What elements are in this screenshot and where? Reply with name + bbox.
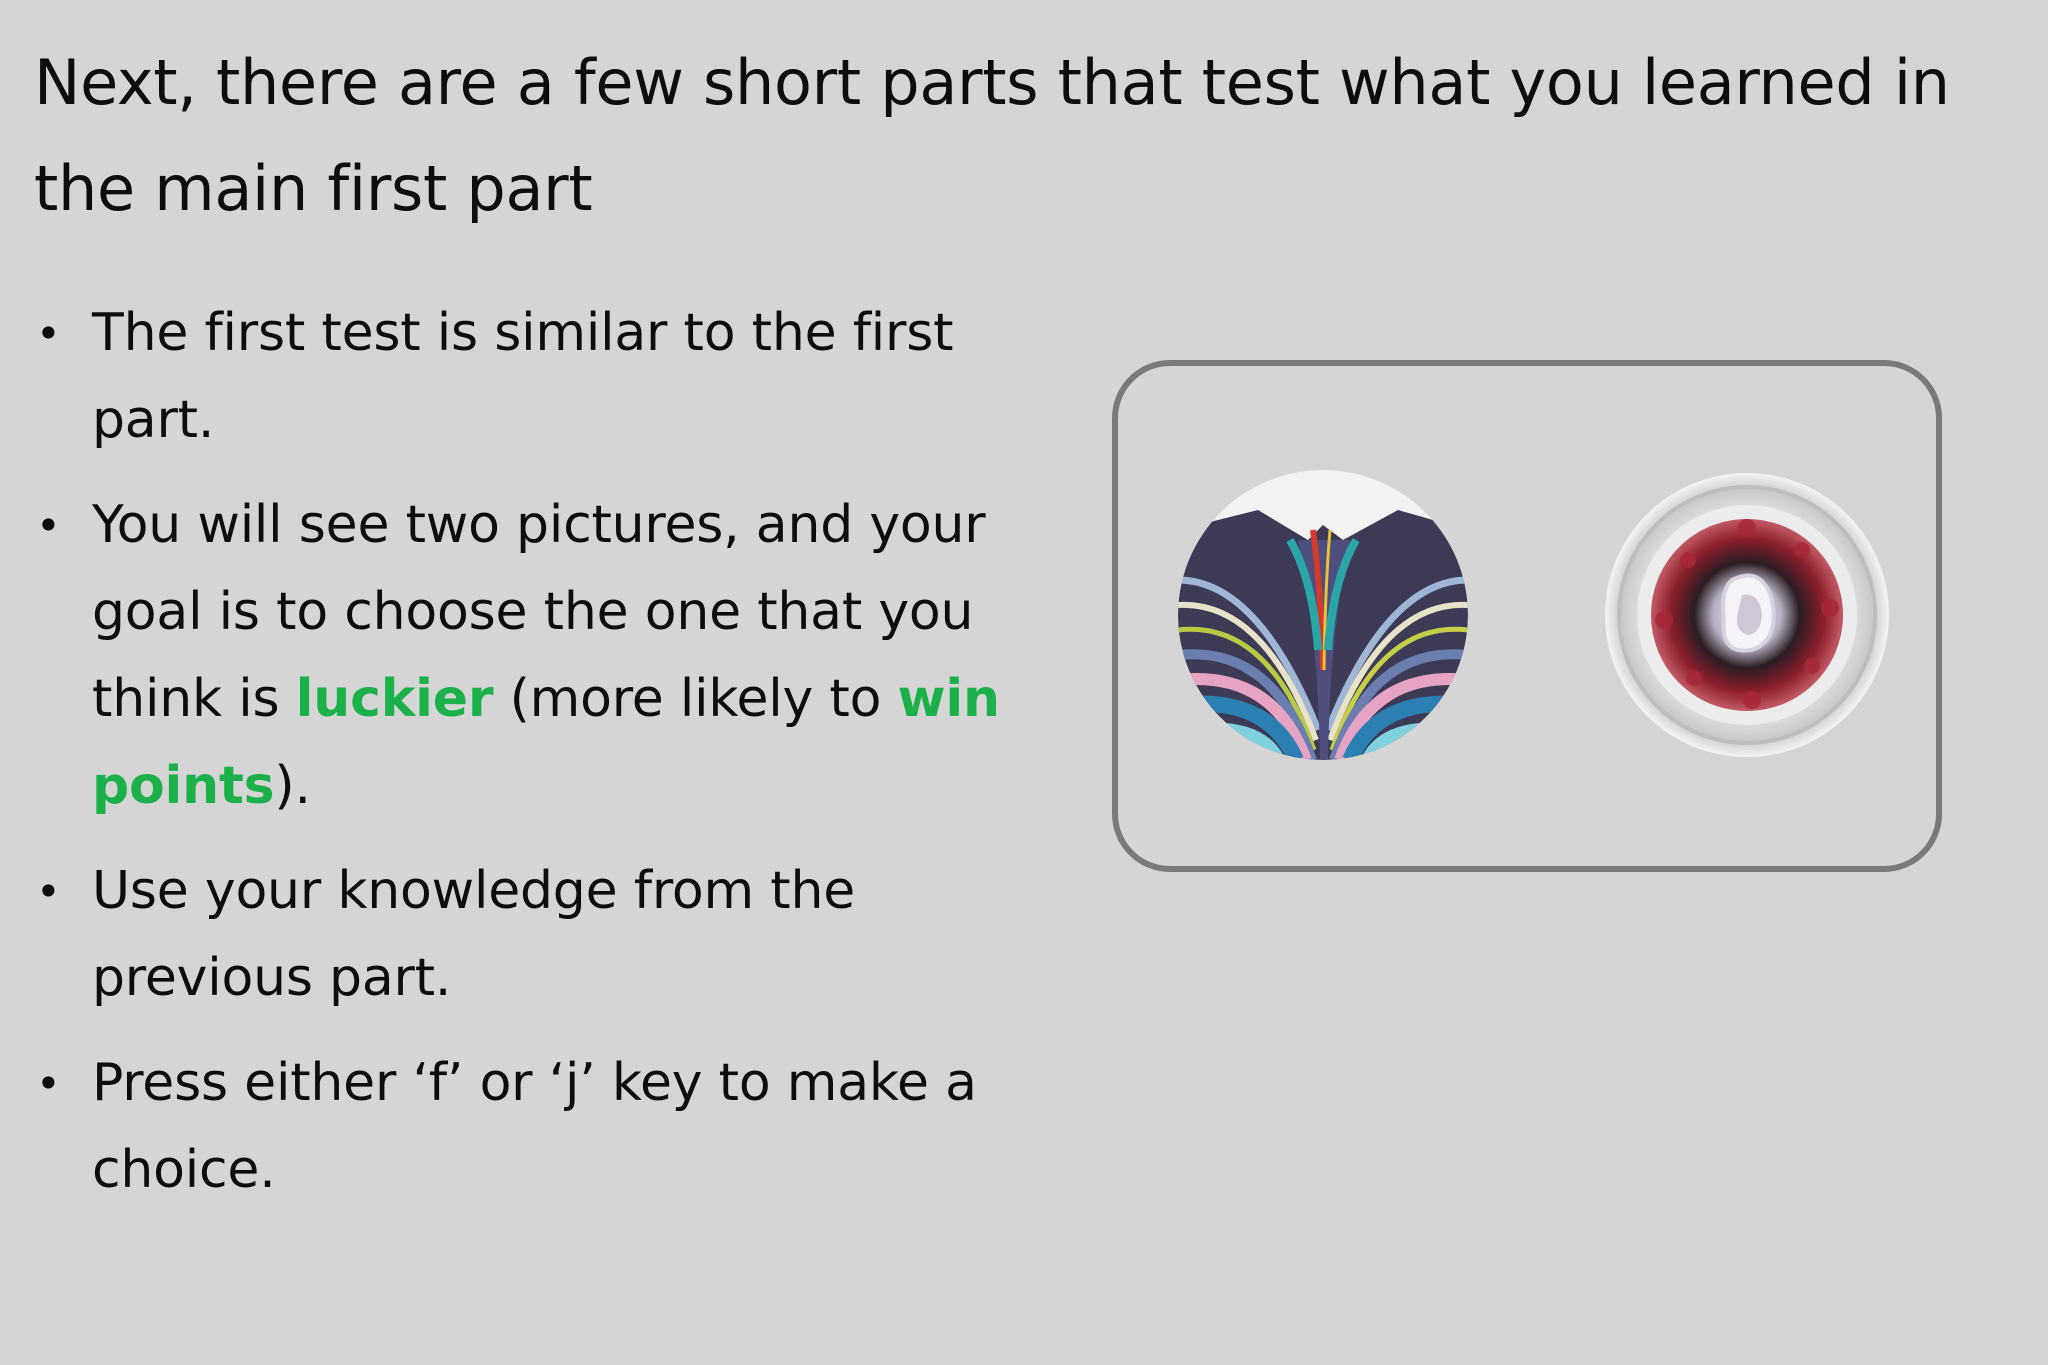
instruction-text: Use your knowledge from the previous par… (92, 861, 855, 1008)
instruction-text: (more likely to (493, 669, 898, 729)
instruction-text: Press either ‘f’ or ‘j’ key to make a ch… (92, 1053, 977, 1200)
slide-title: Next, there are a few short parts that t… (34, 46, 1950, 225)
abstract-painting-image (1178, 470, 1468, 760)
highlight-luckier: luckier (295, 669, 494, 729)
instruction-list: • The first test is similar to the first… (34, 290, 1034, 1232)
right-crystal-dish-picture[interactable] (1602, 470, 1892, 760)
instruction-bullet-1: • The first test is similar to the first… (34, 290, 1034, 464)
instruction-text: The first test is similar to the first p… (92, 303, 954, 450)
bullet-marker: • (36, 309, 61, 358)
instruction-text: ). (274, 756, 311, 816)
stimulus-frame (1112, 360, 1942, 872)
instruction-bullet-2: • You will see two pictures, and your go… (34, 482, 1034, 830)
bullet-marker: • (36, 867, 61, 916)
instruction-bullet-3: • Use your knowledge from the previous p… (34, 848, 1034, 1022)
bullet-marker: • (36, 501, 61, 550)
petri-dish-image (1605, 473, 1889, 757)
bullet-marker: • (36, 1059, 61, 1108)
left-marbled-art-picture[interactable] (1178, 470, 1468, 760)
instruction-bullet-4: • Press either ‘f’ or ‘j’ key to make a … (34, 1040, 1034, 1214)
